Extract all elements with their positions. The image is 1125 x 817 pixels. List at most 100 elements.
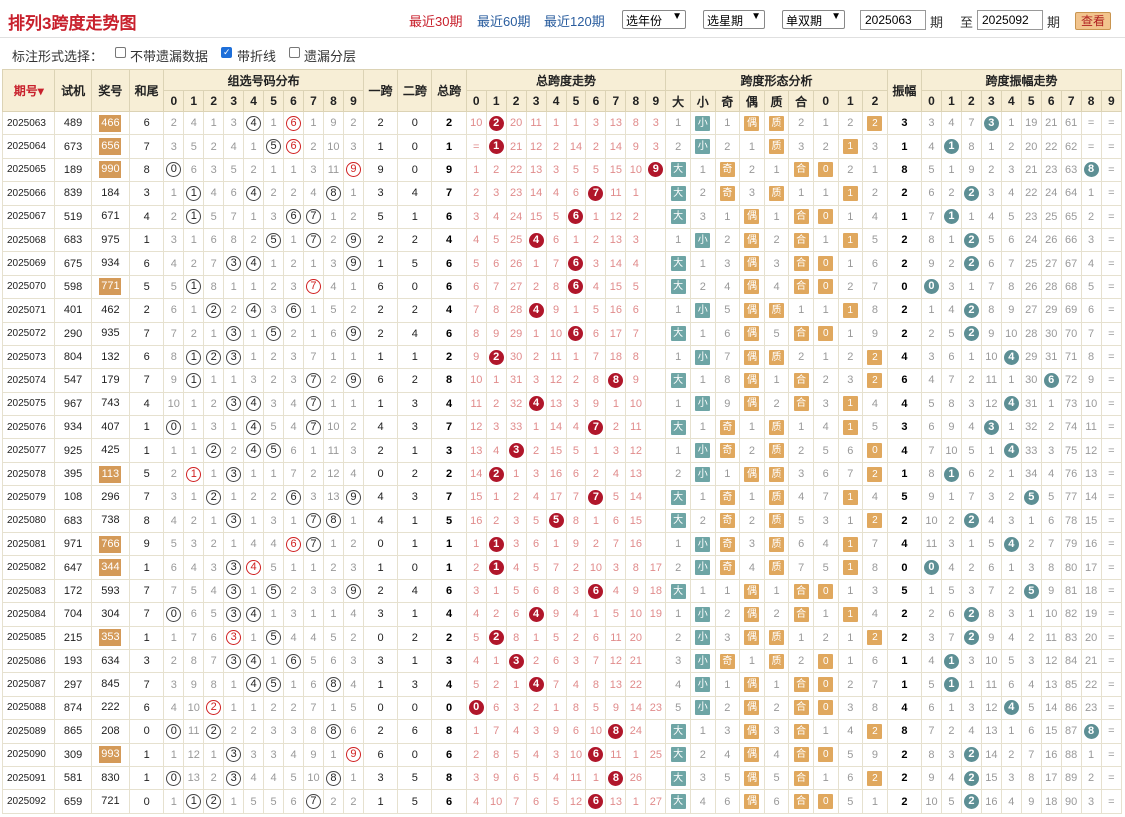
form-cell: 1 [837,415,864,440]
dist-hit-circle: 5 [266,326,282,342]
amp-trend-cell: 2 [940,251,962,276]
span-trend-cell [645,368,667,393]
form-cell: 大 [665,368,691,393]
dist-hit-circle: 6 [286,653,302,669]
no-omit-checkbox[interactable] [115,47,126,58]
sum-tail-cell: 1 [129,227,165,253]
span-trend-cell: 4 [465,789,487,814]
span-trend-cell: 4 [605,461,627,487]
recent-60-link[interactable]: 最近60期 [477,11,530,30]
form-hit-box: 小 [695,302,711,318]
dist-hit-circle: 3 [226,653,242,669]
dist-cell: 4 [183,110,205,136]
form-cell: 2 [837,672,864,697]
amp-trend-cell: 9 [1000,298,1022,323]
year-select[interactable]: 选年份 ▼ [622,10,686,29]
period-cell: 2025089 [1,719,56,744]
form-hit-box: 大 [670,162,686,178]
amp-trend-cell: 1 [1020,602,1042,627]
form-cell: 0 [812,157,839,183]
amp-trend-cell: 32 [1020,415,1042,440]
amp-trend-cell: 9 [1080,368,1102,393]
amp-trend-cell: 20 [1020,134,1042,159]
form-cell: 3 [689,204,716,229]
amp-trend-cell: 4 [940,298,962,323]
amp-trend-cell: 67 [1060,251,1082,276]
dist-cell: 4 [243,555,265,580]
week-select[interactable]: 选星期 ▼ [703,10,765,29]
odd-even-select[interactable]: 单双期 ▼ [782,10,845,29]
dist-cell: 10 [303,765,324,791]
form-cell: 奇 [714,157,741,183]
form-cell: 小 [689,648,716,674]
dist-cell: 4 [303,625,324,650]
col-period[interactable]: 期号▾ [1,69,56,112]
span-trend-cell: 9 [485,321,507,346]
span-trend-cell: 5 [585,157,607,183]
amp-trend-cell: 28 [1040,274,1062,300]
amp-trend-cell: 66 [1060,227,1082,253]
dist-cell: 1 [342,765,364,791]
dist-cell: 7 [203,251,225,276]
amp-trend-cell: = [1100,134,1123,159]
form-cell: 5 [837,742,864,767]
from-period-input[interactable]: 2025063 [860,10,926,30]
form-hit-box: 偶 [744,349,760,365]
period-cell: 2025091 [1,765,56,791]
dist-cell: 4 [283,625,304,650]
span-trend-cell: 11 [625,415,647,440]
chevron-down-icon: ▼ [831,11,841,22]
form-cell: 小 [689,532,716,557]
total-span-cell: 6 [431,274,467,300]
span-trend-cell: 4 [525,391,547,417]
to-period-input[interactable]: 2025092 [977,10,1043,30]
form-cell: 小 [689,344,716,370]
prize-cell: 975 [90,227,131,253]
table-row: 2025091 581 830 1 0 13 2 3 4 4 5 10 8 1 3 5 8 3 9 6 5 4 11 1 8 26… [1,765,1123,791]
dist-cell: 2 [223,298,245,323]
dist-cell: 6 [322,648,344,674]
form-cell: 质 [763,438,790,463]
form-cell: 4 [837,719,864,744]
form-hit-box: 质 [769,653,785,669]
dist-cell: 2 [203,485,225,510]
amp-trend-cell: 84 [1060,648,1082,674]
form-cell: 2 [763,602,790,627]
span-trend-cell: 1 [525,415,547,440]
form-cell: 6 [714,789,741,814]
amp-trend-cell: 77 [1060,485,1082,510]
form-cell: 5 [665,695,691,721]
amp-trend-cell: 8 [921,227,942,253]
prize-cell: 990 [90,157,131,183]
dist-cell: 9 [163,368,185,393]
form-cell: 6 [714,321,741,346]
dist-cell: 7 [283,461,304,487]
query-button[interactable]: 查看 [1075,12,1111,30]
span-trend-cell: 2 [585,461,607,487]
dist-digit-header: 6 [283,90,304,112]
recent-30-link[interactable]: 最近30期 [409,11,462,30]
dist-hit-circle: 6 [286,489,302,505]
span-trend-cell: 4 [465,227,487,253]
amp-trend-cell: 1 [960,672,982,697]
form-cell: 1 [763,672,790,697]
form-cell: 7 [862,672,888,697]
span-trend-cell: 3 [625,227,647,253]
omit-layer-checkbox[interactable] [289,47,300,58]
form-hit-box: 合 [793,770,809,786]
prize-number: 425 [101,444,120,457]
dist-cell: 1 [283,555,304,580]
amp-trend-cell: 17 [1080,555,1102,580]
span-trend-cell: 2 [565,555,587,580]
amp-trend-cell: 69 [1060,298,1082,323]
period-cell: 2025069 [1,251,56,276]
span-trend-cell: 2 [605,415,627,440]
prize-cell: 425 [90,438,131,463]
form-cell: 1 [665,438,691,463]
form-cell: 合 [788,578,814,604]
year-select-value: 选年份 [626,14,663,28]
recent-120-link[interactable]: 最近120期 [544,11,605,30]
span-trend-cell: 7 [565,485,587,510]
polyline-checkbox[interactable] [221,47,232,58]
form-cell: 质 [763,485,790,510]
